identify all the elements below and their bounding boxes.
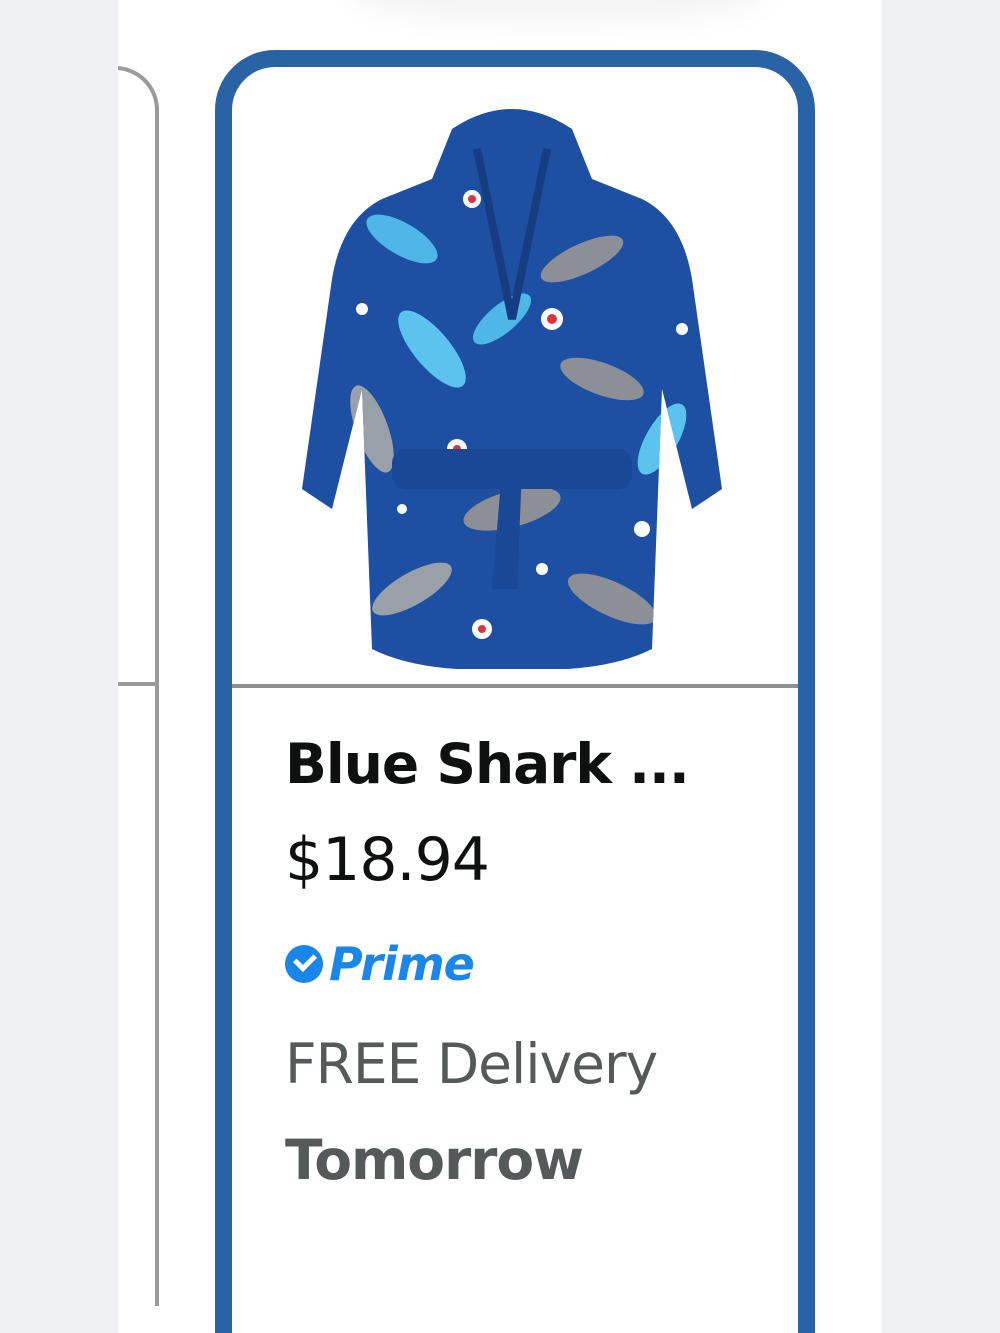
product-info: Blue Shark ... $18.94 Prime FREE Deliver…: [285, 729, 785, 1193]
delivery-day: Tomorrow: [285, 1128, 584, 1192]
product-image: [302, 109, 722, 669]
product-title[interactable]: Blue Shark ...: [285, 729, 785, 799]
delivery-info: FREE Delivery: [285, 1032, 658, 1096]
top-shadow: [348, 0, 768, 20]
previous-card-divider: [118, 682, 159, 686]
prime-label: Prime: [329, 937, 475, 991]
product-carousel: Blue Shark ... $18.94 Prime FREE Deliver…: [118, 0, 882, 1333]
product-image-container[interactable]: [232, 67, 798, 688]
product-card[interactable]: Blue Shark ... $18.94 Prime FREE Deliver…: [215, 50, 815, 1333]
previous-product-card[interactable]: [118, 66, 159, 1306]
product-price: $18.94: [285, 825, 490, 895]
prime-badge: Prime: [285, 937, 785, 991]
prime-check-icon: [285, 945, 323, 983]
